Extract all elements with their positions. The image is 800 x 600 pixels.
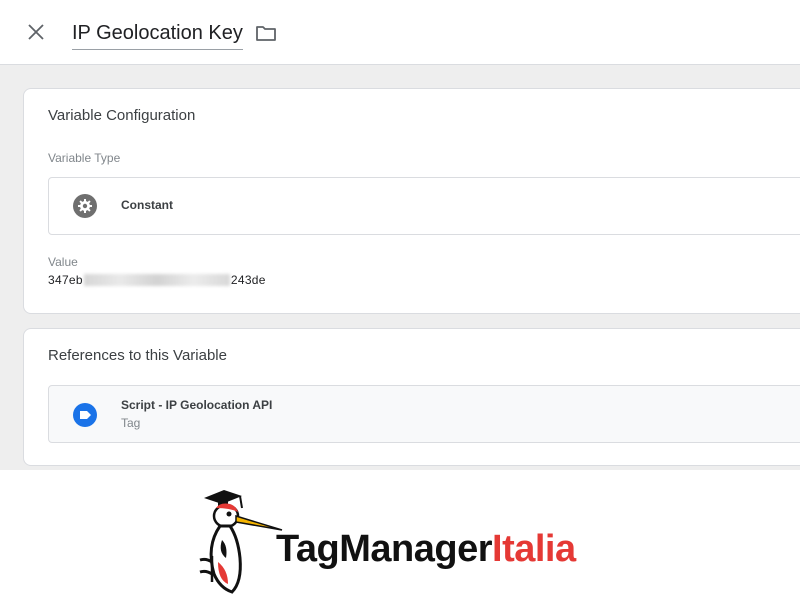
card-title: References to this Variable (48, 347, 227, 364)
tag-icon (73, 403, 97, 427)
value-prefix: 347eb (48, 273, 83, 287)
brand-wordmark: TagManagerItalia (276, 528, 576, 571)
brand-part-2: Italia (492, 528, 576, 570)
woodpecker-mascot-icon (196, 482, 288, 594)
gear-icon (73, 194, 97, 218)
variable-type-selector[interactable]: Constant (48, 177, 800, 235)
value-suffix: 243de (230, 273, 266, 287)
folder-icon[interactable] (254, 21, 278, 45)
brand-part-1: TagManager (276, 528, 493, 570)
top-bar: IP Geolocation Key (0, 0, 800, 65)
references-card: References to this Variable Script - IP … (23, 328, 800, 466)
value-redacted (83, 274, 230, 286)
reference-kind: Tag (121, 416, 141, 430)
variable-name-field[interactable]: IP Geolocation Key (72, 18, 243, 50)
variable-type-label: Variable Type (48, 151, 121, 165)
variable-name-text: IP Geolocation Key (72, 22, 243, 44)
value-label: Value (48, 255, 78, 269)
reference-item[interactable]: Script - IP Geolocation API Tag (48, 385, 800, 443)
branding-footer: TagManagerItalia (0, 470, 800, 600)
close-icon[interactable] (24, 20, 48, 44)
variable-configuration-card: Variable Configuration Variable Type Con… (23, 88, 800, 314)
card-title: Variable Configuration (48, 107, 196, 124)
value-field: 347eb 243de (48, 273, 266, 287)
variable-type-name: Constant (121, 198, 173, 212)
reference-name: Script - IP Geolocation API (121, 398, 273, 412)
